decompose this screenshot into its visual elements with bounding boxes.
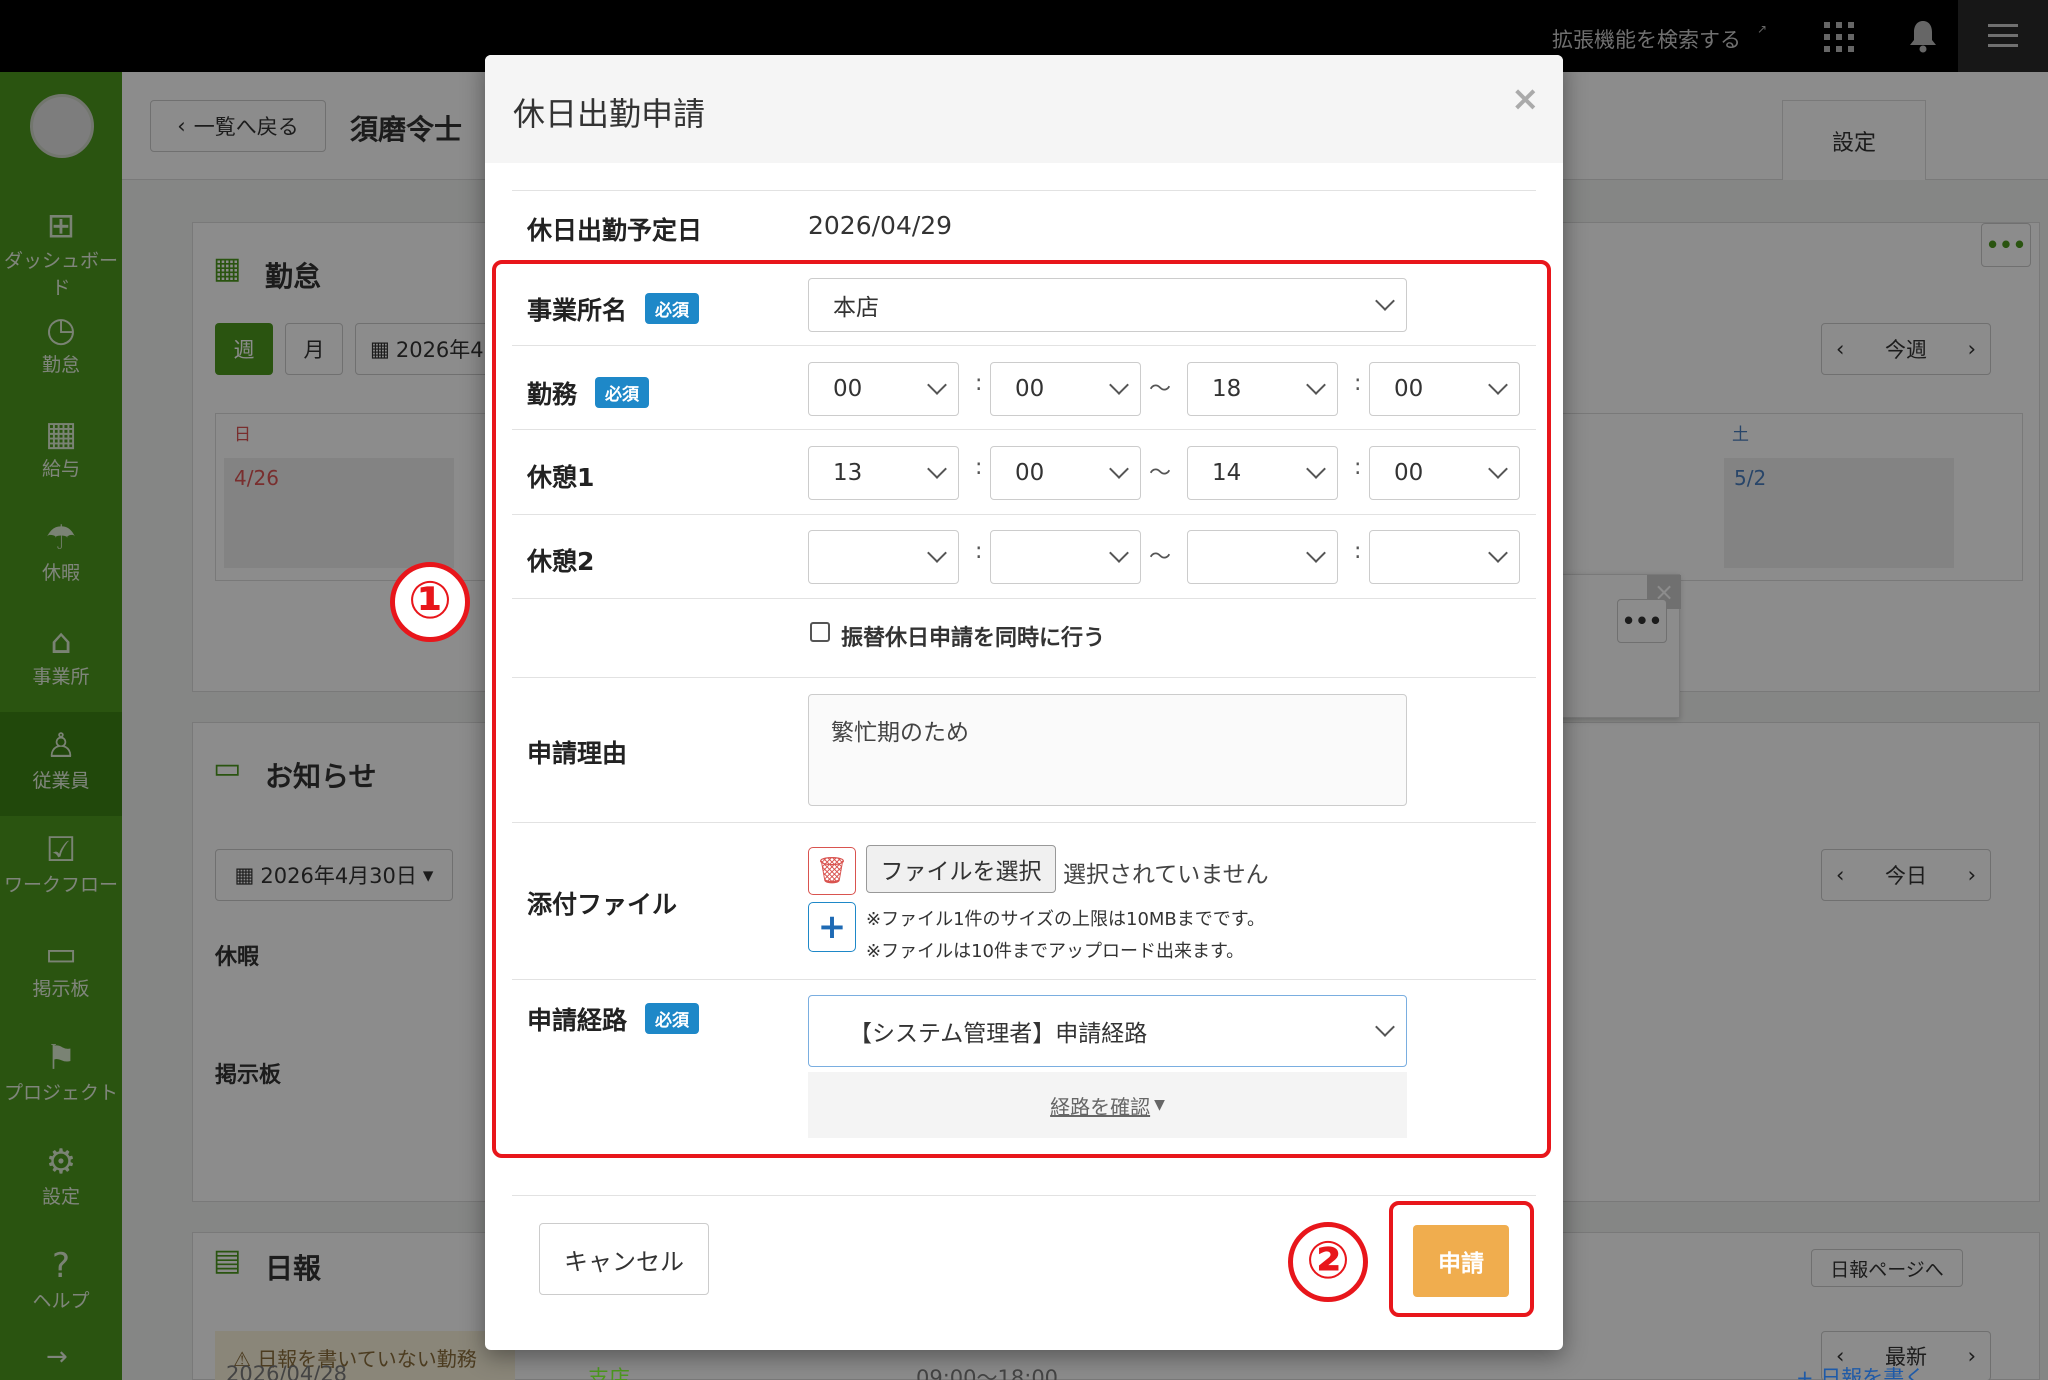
annotation-box-form	[492, 260, 1551, 1158]
write-report-link[interactable]: + 日報を書く	[1796, 1362, 1925, 1380]
holiday-work-request-modal: 休日出勤申請 × 休日出勤予定日 2026/04/29 事業所名 必須 本店 勤務…	[485, 55, 1563, 1350]
plus-icon: +	[1796, 1366, 1821, 1380]
close-icon[interactable]: ×	[1511, 79, 1540, 119]
scheduled-date-value: 2026/04/29	[808, 211, 953, 240]
annotation-number-two: ②	[1288, 1222, 1368, 1302]
report-office: 支店	[588, 1366, 630, 1380]
modal-title: 休日出勤申請	[513, 95, 706, 133]
scheduled-date-label: 休日出勤予定日	[527, 216, 703, 245]
cancel-button[interactable]: キャンセル	[539, 1223, 709, 1295]
report-date: 2026/04/28	[226, 1362, 348, 1380]
report-time: 09:00～18:00	[916, 1366, 1059, 1380]
annotation-box-submit	[1389, 1201, 1534, 1317]
modal-header: 休日出勤申請 ×	[485, 55, 1563, 163]
annotation-number-one: ①	[390, 562, 470, 642]
